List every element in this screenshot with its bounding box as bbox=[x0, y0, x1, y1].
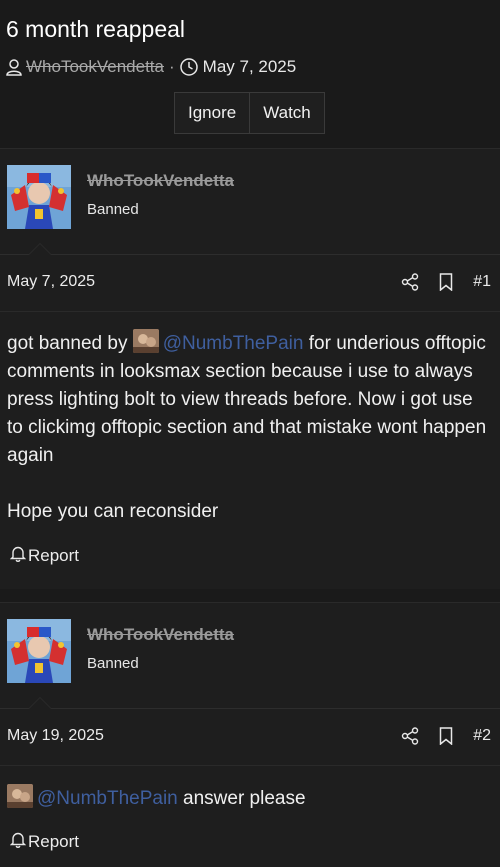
report-button[interactable]: Report bbox=[9, 545, 80, 567]
post-text-start: got banned by bbox=[7, 333, 133, 354]
bell-icon bbox=[9, 831, 28, 853]
post-content: @NumbThePain answer please bbox=[0, 766, 500, 813]
post-content: got banned by @NumbThePain for underious… bbox=[0, 312, 500, 526]
post-text-rest: answer please bbox=[177, 788, 306, 809]
post-date[interactable]: May 19, 2025 bbox=[7, 727, 104, 745]
thread-author-link[interactable]: WhoTookVendetta bbox=[26, 57, 164, 77]
clock-icon bbox=[179, 58, 198, 76]
mention-link[interactable]: @NumbThePain bbox=[163, 333, 304, 354]
post-1: WhoTookVendetta Banned May 7, 2025 #1 go… bbox=[0, 148, 500, 589]
post-2: WhoTookVendetta Banned May 19, 2025 #2 @… bbox=[0, 602, 500, 867]
post-date[interactable]: May 7, 2025 bbox=[7, 273, 95, 291]
bookmark-icon[interactable] bbox=[439, 273, 453, 296]
user-icon bbox=[6, 58, 22, 76]
ignore-button[interactable]: Ignore bbox=[175, 93, 249, 133]
user-block-arrow bbox=[28, 697, 52, 709]
post-text-paragraph: Hope you can reconsider bbox=[7, 501, 219, 522]
share-icon[interactable] bbox=[401, 273, 419, 296]
user-block-arrow bbox=[28, 243, 52, 255]
user-title: Banned bbox=[87, 655, 139, 672]
post-number[interactable]: #2 bbox=[473, 727, 491, 745]
report-label: Report bbox=[28, 546, 80, 565]
post-username[interactable]: WhoTookVendetta bbox=[87, 171, 234, 191]
meta-separator: · bbox=[168, 57, 175, 76]
share-icon[interactable] bbox=[401, 727, 419, 750]
mention-link[interactable]: @NumbThePain bbox=[37, 788, 178, 809]
mention-avatar bbox=[7, 784, 33, 808]
thread-actions: Ignore Watch bbox=[174, 92, 325, 134]
thread-title: 6 month reappeal bbox=[6, 16, 186, 42]
post-number[interactable]: #1 bbox=[473, 273, 491, 291]
post-user-block: WhoTookVendetta Banned bbox=[0, 603, 500, 709]
bell-icon bbox=[9, 545, 28, 567]
avatar[interactable] bbox=[7, 165, 71, 229]
thread-date[interactable]: May 7, 2025 bbox=[203, 57, 297, 77]
watch-button[interactable]: Watch bbox=[249, 93, 324, 133]
post-meta-bar: May 19, 2025 #2 bbox=[0, 709, 500, 766]
post-meta-bar: May 7, 2025 #1 bbox=[0, 255, 500, 312]
bookmark-icon[interactable] bbox=[439, 727, 453, 750]
mention-avatar bbox=[132, 329, 159, 353]
post-user-block: WhoTookVendetta Banned bbox=[0, 149, 500, 255]
user-title: Banned bbox=[87, 201, 139, 218]
avatar[interactable] bbox=[7, 619, 71, 683]
post-username[interactable]: WhoTookVendetta bbox=[87, 625, 234, 645]
report-button[interactable]: Report bbox=[9, 831, 80, 853]
report-label: Report bbox=[28, 832, 80, 851]
thread-meta: WhoTookVendetta · May 7, 2025 bbox=[6, 57, 296, 77]
